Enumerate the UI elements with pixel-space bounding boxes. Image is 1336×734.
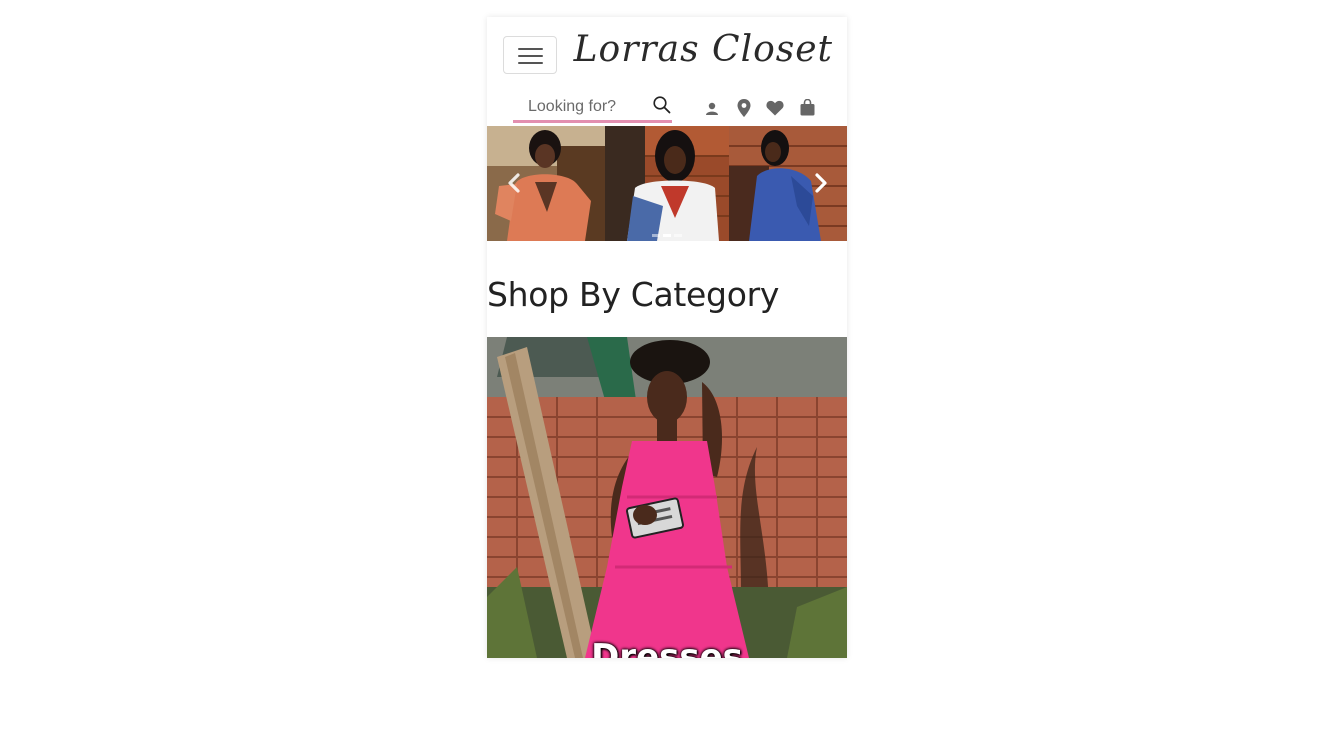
category-label: Dresses: [591, 637, 743, 658]
shopping-bag-icon[interactable]: [800, 99, 815, 116]
chevron-right-icon[interactable]: [810, 172, 830, 194]
carousel-indicator[interactable]: [652, 234, 660, 237]
brand-logo[interactable]: Lorras Closet: [574, 29, 833, 70]
carousel-indicator[interactable]: [674, 234, 682, 237]
hamburger-icon-line: [518, 48, 543, 50]
chevron-left-icon[interactable]: [505, 172, 525, 194]
category-image: [487, 337, 847, 658]
hero-carousel[interactable]: [487, 126, 847, 241]
search-bar: [513, 93, 672, 123]
carousel-indicator[interactable]: [663, 234, 671, 237]
search-input[interactable]: [513, 94, 656, 120]
section-title: Shop By Category: [487, 275, 780, 314]
mobile-viewport: Lorras Closet Looking for? Shop By Categ…: [487, 17, 847, 658]
carousel-slide-image: [605, 126, 729, 241]
heart-icon[interactable]: [766, 100, 784, 116]
category-card-dresses[interactable]: Dresses: [487, 337, 847, 658]
search-icon[interactable]: [653, 96, 671, 114]
account-icon[interactable]: [705, 102, 719, 116]
hamburger-icon-line: [518, 55, 543, 57]
hamburger-icon-line: [518, 62, 543, 64]
location-icon[interactable]: [737, 99, 751, 117]
carousel-indicators: [652, 234, 682, 237]
menu-toggle-button[interactable]: [503, 36, 557, 74]
